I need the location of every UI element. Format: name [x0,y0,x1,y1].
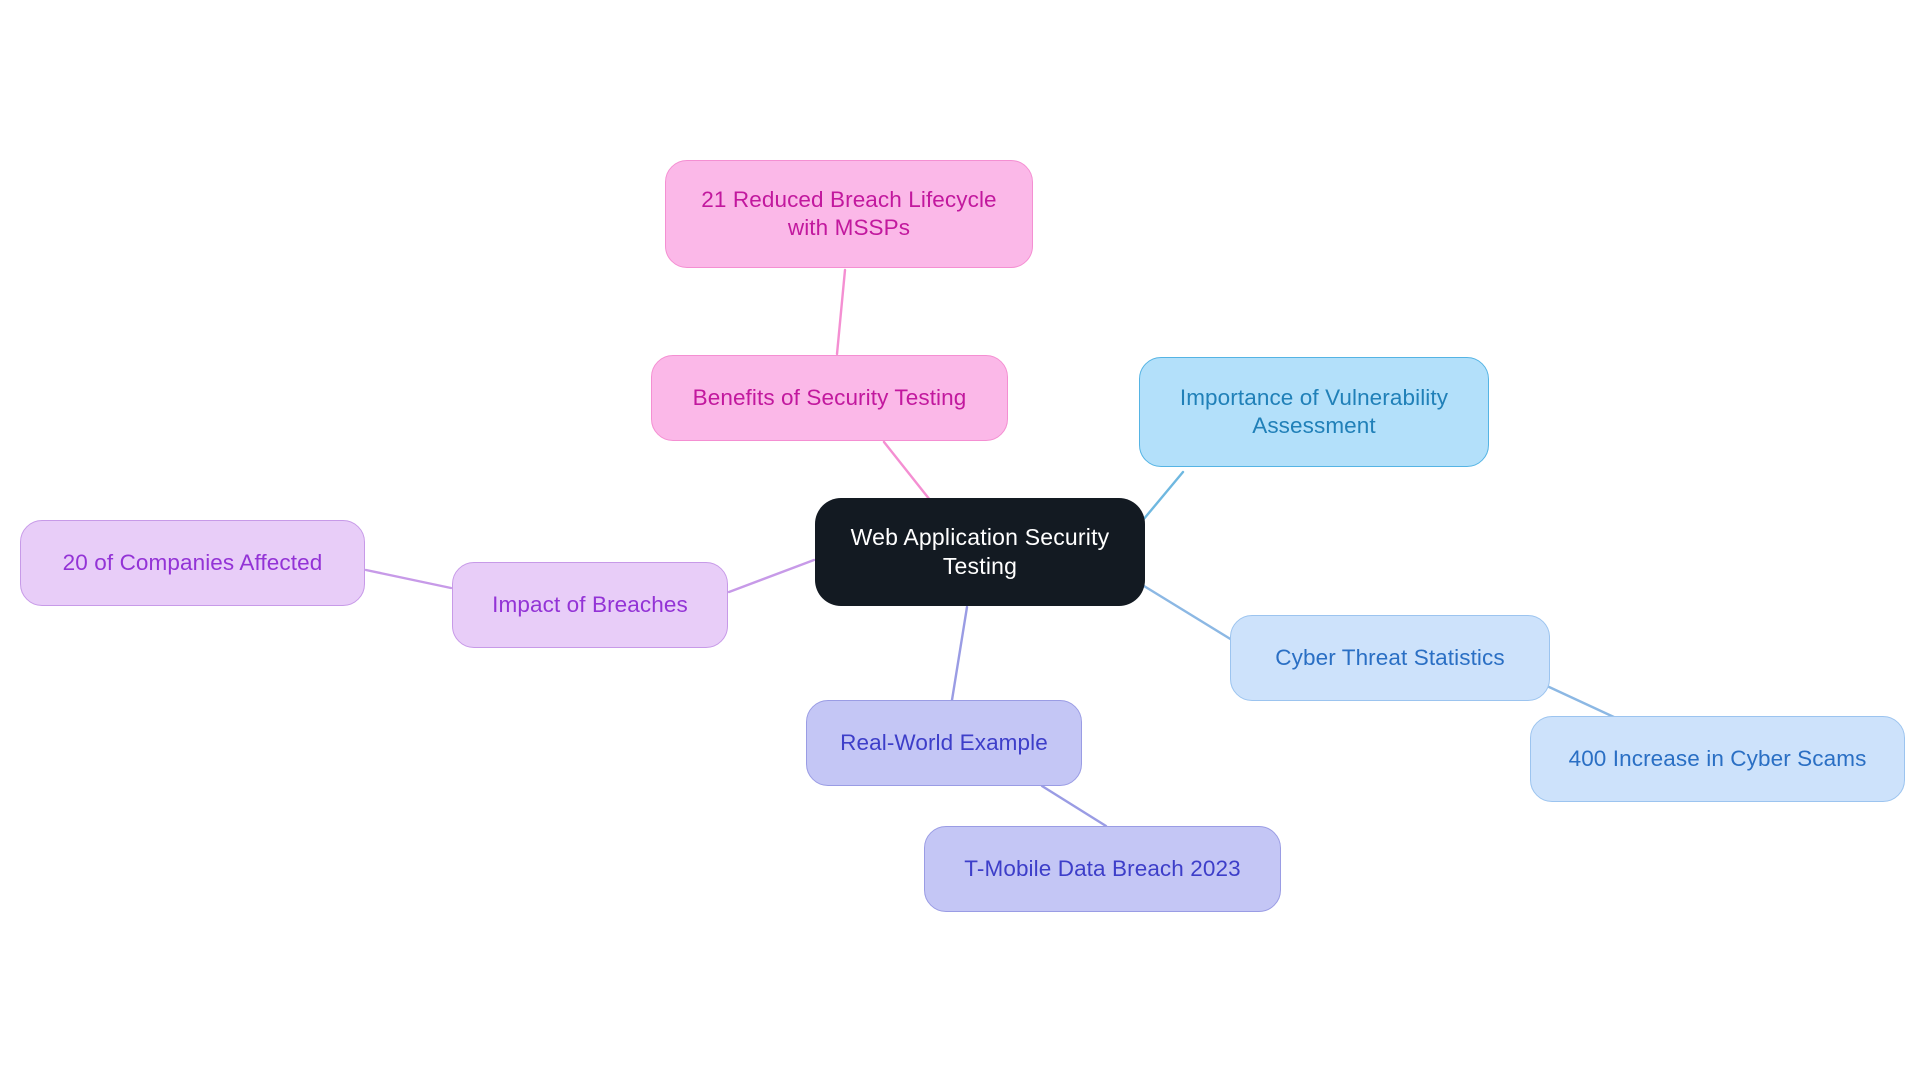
mindmap-node-label: 21 Reduced Breach Lifecycle with MSSPs [701,186,997,240]
mindmap-node-label: Importance of Vulnerability Assessment [1179,384,1449,438]
mindmap-node-label: Real-World Example [840,729,1048,755]
edge-root-vulnerability [1141,470,1185,522]
mindmap-node-cyber-threat-statistics[interactable]: Cyber Threat Statistics [1230,615,1550,701]
mindmap-node-label: T-Mobile Data Breach 2023 [964,855,1241,881]
edge-root-cyber-threat [1142,584,1234,642]
edge-root-real-world [950,605,969,702]
mindmap-node-label: Impact of Breaches [492,591,688,617]
mindmap-node-tmobile-data-breach[interactable]: T-Mobile Data Breach 2023 [924,826,1281,912]
mindmap-node-cyber-scams-increase[interactable]: 400 Increase in Cyber Scams [1530,716,1905,802]
edge-real-world-tmobile [1040,784,1108,828]
mindmap-node-companies-affected[interactable]: 20 of Companies Affected [20,520,365,606]
mindmap-node-label: Cyber Threat Statistics [1275,644,1505,670]
mindmap-node-label: 20 of Companies Affected [62,549,323,575]
mindmap-canvas: Importance of Vulnerability Assessment Cy… [0,0,1920,1083]
mindmap-node-label: 400 Increase in Cyber Scams [1568,745,1867,771]
mindmap-node-label: Web Application Security Testing [850,524,1110,579]
edge-root-benefits [882,440,932,502]
edge-impact-companies [364,568,453,590]
mindmap-node-benefits-of-security-testing[interactable]: Benefits of Security Testing [651,355,1008,441]
edge-root-impact [727,558,816,594]
mindmap-node-vulnerability-assessment[interactable]: Importance of Vulnerability Assessment [1139,357,1489,467]
mindmap-node-reduced-breach-lifecycle[interactable]: 21 Reduced Breach Lifecycle with MSSPs [665,160,1033,268]
mindmap-node-real-world-example[interactable]: Real-World Example [806,700,1082,786]
mindmap-node-impact-of-breaches[interactable]: Impact of Breaches [452,562,728,648]
edge-benefits-lifecycle [835,268,847,356]
mindmap-node-label: Benefits of Security Testing [692,384,967,410]
mindmap-node-root[interactable]: Web Application Security Testing [815,498,1145,606]
